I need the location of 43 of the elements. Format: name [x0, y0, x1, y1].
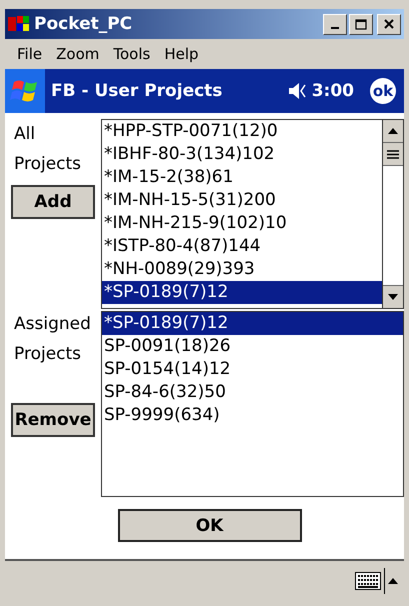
action-button[interactable]: Remove	[11, 403, 95, 437]
list-item[interactable]: SP-9999(634)	[102, 404, 403, 427]
maximize-button[interactable]	[349, 14, 373, 34]
list-item[interactable]: SP-84-6(32)50	[102, 381, 403, 404]
speaker-icon[interactable]	[288, 81, 308, 101]
close-icon	[384, 19, 394, 29]
scroll-thumb-icon[interactable]	[387, 150, 399, 158]
list-item[interactable]: *IM-NH-215-9(102)10	[102, 212, 382, 235]
section-label: All	[13, 123, 36, 146]
minimize-icon	[331, 27, 339, 29]
minimize-button[interactable]	[323, 14, 347, 34]
list-item[interactable]: *IM-NH-15-5(31)200	[102, 189, 382, 212]
ok-button[interactable]: ok	[370, 78, 396, 104]
list-item[interactable]: *NH-0089(29)393	[102, 258, 382, 281]
ok-button[interactable]: OK	[118, 509, 302, 542]
list-item[interactable]: *IM-15-2(38)61	[102, 166, 382, 189]
list-item[interactable]: SP-0091(18)26	[102, 335, 403, 358]
list-item[interactable]: *SP-0189(7)12	[102, 281, 382, 304]
action-button[interactable]: Add	[11, 185, 95, 219]
keyboard-icon[interactable]	[355, 572, 381, 590]
down-arrow-icon[interactable]	[388, 294, 398, 300]
section-label: Assigned	[13, 313, 92, 336]
close-button[interactable]	[377, 14, 401, 34]
list-item[interactable]: *HPP-STP-0071(12)0	[102, 120, 382, 143]
start-button[interactable]	[5, 69, 45, 113]
app-icon	[8, 15, 30, 33]
list-item[interactable]: *SP-0189(7)12	[102, 312, 403, 335]
list-item[interactable]: *ISTP-80-4(87)144	[102, 235, 382, 258]
window-title: Pocket_PC	[34, 14, 134, 34]
menu-item[interactable]: Help	[160, 45, 209, 63]
scrollbar[interactable]	[382, 120, 403, 308]
up-arrow-icon[interactable]	[388, 578, 398, 584]
menu-item[interactable]: File	[13, 45, 52, 63]
maximize-icon	[355, 18, 367, 30]
list-item[interactable]: SP-0154(14)12	[102, 358, 403, 381]
menu-item[interactable]: Tools	[109, 45, 160, 63]
up-arrow-icon[interactable]	[388, 128, 398, 134]
screen-title: FB - User Projects	[50, 81, 224, 101]
clock-time[interactable]: 3:00	[312, 81, 354, 101]
section-label: Projects	[13, 153, 82, 176]
list-item[interactable]: *IBHF-80-3(134)102	[102, 143, 382, 166]
section-label: Projects	[13, 343, 82, 366]
menu-item[interactable]: Zoom	[52, 45, 110, 63]
